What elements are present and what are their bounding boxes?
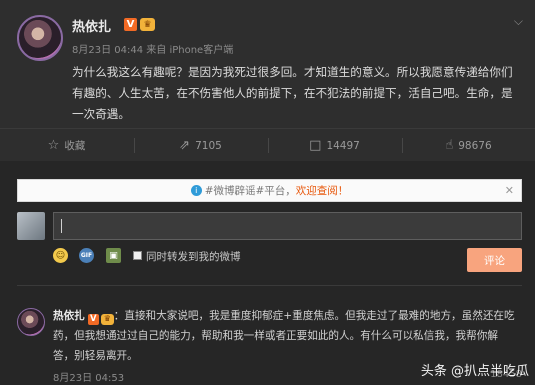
comment-count: 14497 — [326, 139, 360, 152]
repost-button[interactable]: ⇗ 7105 — [134, 129, 267, 162]
verified-badge-icon: V — [124, 18, 137, 31]
comment-button[interactable]: □ 14497 — [268, 129, 401, 162]
star-icon: ☆ — [47, 138, 60, 153]
text-caret — [61, 219, 62, 233]
comment-area: i #微博辟谣#平台， 欢迎查阅！ ✕ ☺ GIF ▣ 同时转发到我的微博 评论… — [0, 161, 535, 385]
emoji-icon[interactable]: ☺ — [53, 248, 68, 263]
submit-comment-button[interactable]: 评论 — [467, 248, 522, 272]
chevron-down-icon[interactable]: ⌵ — [514, 14, 523, 29]
comment-icon: □ — [309, 138, 322, 153]
favorite-button[interactable]: ☆ 收藏 — [0, 129, 133, 162]
thumbs-up-icon: ☝ — [445, 138, 454, 153]
gif-icon[interactable]: GIF — [79, 248, 94, 263]
verified-badge-icon: V — [87, 313, 99, 325]
post-text: 为什么我这么有趣呢？是因为我死过很多回。才知道生的意义。所以我愿意传递给你们有趣… — [72, 65, 513, 121]
info-icon: i — [190, 185, 202, 196]
weibo-post: 热依扎 V ♛ ⌵ 8月23日 04:44 来自 iPhone客户端 为什么我这… — [0, 0, 535, 128]
author-name[interactable]: 热依扎 — [72, 16, 111, 35]
rumor-notice-bar: i #微博辟谣#平台， 欢迎查阅！ ✕ — [17, 179, 522, 202]
my-avatar — [17, 212, 45, 240]
level-badge-icon: ♛ — [140, 18, 155, 31]
image-icon[interactable]: ▣ — [106, 248, 121, 263]
action-bar: ☆ 收藏 ⇗ 7105 □ 14497 ☝ 98676 — [0, 128, 535, 161]
author-avatar[interactable] — [17, 15, 63, 61]
comment-input[interactable] — [53, 212, 522, 240]
repost-checkbox[interactable] — [133, 251, 142, 260]
share-icon: ⇗ — [179, 138, 191, 153]
like-count: 98676 — [458, 139, 492, 152]
comment-item: 热依扎 V ♛ ：直接和大家说吧，我是重度抑郁症+重度焦虑。但我走过了最难的地方，虽然… — [53, 306, 519, 366]
watermark: 头条 @扒点半吃瓜 — [420, 364, 529, 379]
favorite-label: 收藏 — [64, 140, 86, 152]
notice-text: #微博辟谣#平台， — [204, 185, 296, 197]
comment-time: 8月23日 04:53 — [53, 373, 125, 384]
level-badge-icon: ♛ — [100, 313, 114, 325]
repost-count: 7105 — [195, 139, 222, 152]
comment-text: ：直接和大家说吧，我是重度抑郁症+重度焦虑。但我走过了最难的地方，虽然还在吃药，… — [53, 310, 515, 362]
divider — [17, 285, 522, 286]
close-icon[interactable]: ✕ — [505, 184, 514, 197]
commenter-name[interactable]: 热依扎 — [53, 310, 85, 322]
repost-checkbox-label: 同时转发到我的微博 — [146, 251, 241, 263]
post-meta: 8月23日 04:44 来自 iPhone客户端 — [72, 45, 234, 56]
commenter-avatar[interactable] — [17, 308, 45, 336]
notice-link[interactable]: 欢迎查阅！ — [296, 183, 349, 198]
like-button[interactable]: ☝ 98676 — [402, 129, 535, 162]
